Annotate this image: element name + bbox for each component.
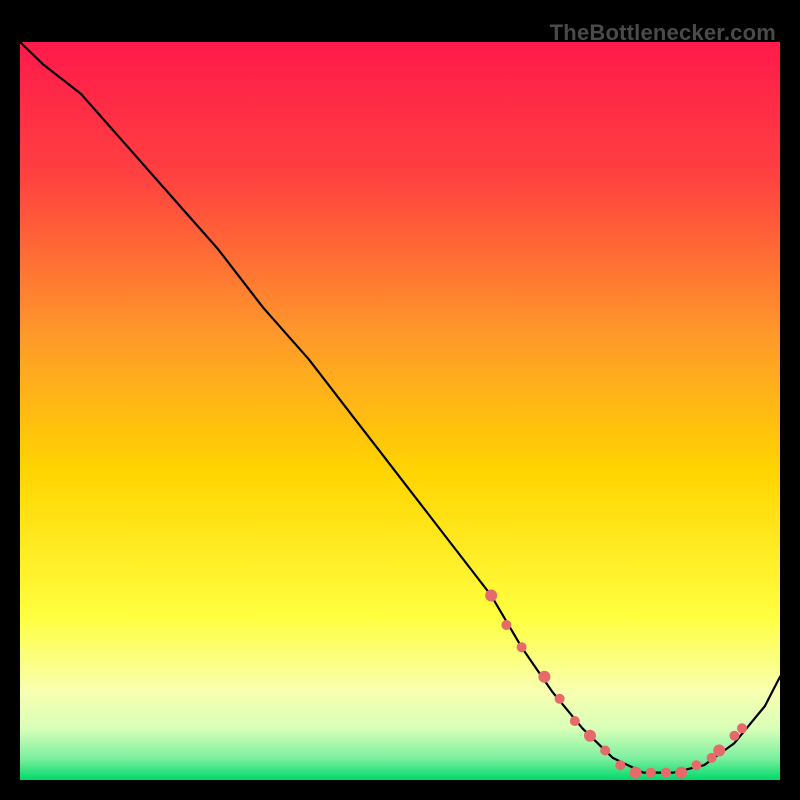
trough-dot: [737, 723, 747, 733]
trough-dot: [729, 731, 739, 741]
trough-dot: [630, 767, 642, 779]
trough-dot: [570, 716, 580, 726]
plot-area: [20, 42, 780, 780]
trough-dot: [501, 620, 511, 630]
trough-dot: [555, 694, 565, 704]
trough-dot: [615, 760, 625, 770]
trough-dot: [584, 730, 596, 742]
trough-dot: [600, 746, 610, 756]
trough-dot: [691, 760, 701, 770]
trough-dot: [538, 671, 550, 683]
trough-dot: [646, 768, 656, 778]
trough-dot: [661, 768, 671, 778]
trough-dot: [517, 642, 527, 652]
chart-frame: TheBottlenecker.com: [20, 20, 780, 780]
watermark-text: TheBottlenecker.com: [550, 20, 776, 46]
trough-dot: [713, 745, 725, 757]
chart-svg: [20, 42, 780, 780]
trough-dot: [485, 590, 497, 602]
trough-dot: [675, 767, 687, 779]
